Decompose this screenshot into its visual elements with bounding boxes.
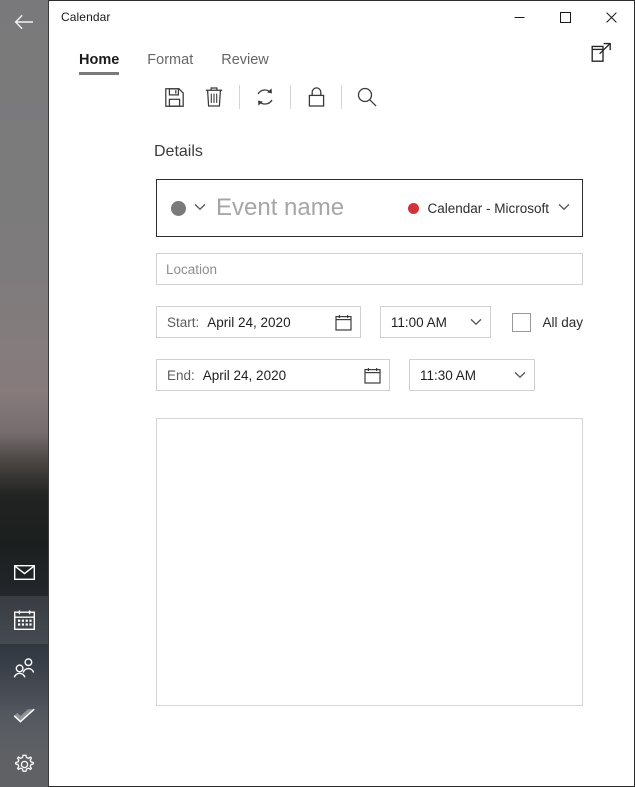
sidebar-item-people[interactable]	[0, 644, 48, 692]
people-icon	[13, 658, 34, 678]
start-row: Start: April 24, 2020 11:00 AM All day	[156, 306, 583, 338]
popout-button[interactable]	[584, 35, 618, 69]
minimize-icon	[514, 16, 524, 18]
save-button[interactable]	[157, 80, 191, 114]
all-day-toggle[interactable]: All day	[512, 312, 583, 332]
end-date-label: End:	[167, 367, 195, 383]
calendar-picker-icon	[335, 314, 352, 331]
sidebar-item-todo[interactable]	[0, 692, 48, 740]
start-time-value: 11:00 AM	[390, 314, 447, 330]
maximize-button[interactable]	[542, 1, 588, 33]
checkmark-icon	[13, 708, 35, 723]
tab-active-underline	[79, 72, 120, 75]
start-time-picker[interactable]: 11:00 AM	[379, 306, 492, 338]
sidebar-item-settings[interactable]	[0, 740, 48, 787]
command-bar	[49, 75, 634, 119]
delete-button[interactable]	[197, 80, 231, 114]
event-name-input[interactable]	[216, 194, 409, 222]
search-icon	[357, 87, 377, 107]
window-caption-buttons	[496, 1, 634, 33]
event-color-chevron-down-icon[interactable]	[194, 203, 206, 214]
tab-home[interactable]: Home	[65, 51, 133, 75]
command-separator	[341, 85, 342, 109]
close-icon	[605, 11, 617, 23]
maximize-icon	[559, 11, 571, 23]
calendar-selector[interactable]: Calendar - Microsoft	[408, 201, 570, 216]
calendar-selector-chevron	[558, 203, 570, 214]
end-date-value: April 24, 2020	[202, 367, 287, 383]
chevron-down-icon	[471, 318, 482, 326]
end-time-picker[interactable]: 11:30 AM	[409, 359, 535, 391]
command-separator	[239, 85, 240, 109]
chevron-down-icon	[514, 371, 526, 379]
start-date-label: Start:	[167, 314, 200, 330]
window-title: Calendar	[61, 10, 111, 24]
event-name-row: Calendar - Microsoft	[156, 179, 583, 237]
save-icon	[164, 87, 184, 107]
start-date-picker[interactable]: Start: April 24, 2020	[156, 306, 361, 338]
private-button[interactable]	[299, 80, 333, 114]
app-sidebar	[0, 0, 48, 787]
end-time-value: 11:30 AM	[420, 367, 477, 383]
ribbon-tabs: Home Format Review	[49, 33, 634, 75]
event-notes-textarea[interactable]	[156, 418, 583, 706]
trash-icon	[205, 87, 223, 107]
location-input[interactable]	[166, 261, 573, 277]
details-pane: Details Calendar - Microsoft	[49, 119, 634, 786]
sidebar-item-calendar[interactable]	[0, 596, 48, 644]
search-button[interactable]	[350, 80, 384, 114]
tab-review[interactable]: Review	[207, 51, 283, 76]
all-day-label: All day	[542, 314, 583, 330]
tab-format[interactable]: Format	[133, 51, 207, 76]
calendar-picker-icon	[364, 367, 381, 384]
sidebar-nav	[0, 548, 48, 787]
close-button[interactable]	[588, 1, 634, 33]
event-color-dot[interactable]	[171, 200, 186, 216]
end-date-picker[interactable]: End: April 24, 2020	[156, 359, 390, 391]
back-button[interactable]	[0, 0, 48, 44]
sidebar-item-mail[interactable]	[0, 548, 48, 596]
minimize-button[interactable]	[496, 1, 542, 33]
tab-review-label: Review	[221, 51, 269, 68]
calendar-window: Calendar Home Format Review Details Even…	[48, 0, 635, 787]
lock-icon	[308, 87, 324, 107]
page-title: Details	[154, 143, 203, 160]
repeat-icon	[257, 88, 273, 106]
tab-format-label: Format	[147, 51, 194, 68]
calendar-color-dot	[408, 202, 420, 214]
command-separator	[290, 85, 291, 109]
repeat-button[interactable]	[248, 80, 282, 114]
end-row: End: April 24, 2020 11:30 AM	[156, 359, 583, 391]
all-day-checkbox[interactable]	[512, 312, 532, 332]
popout-icon	[591, 42, 611, 62]
back-arrow-icon	[14, 14, 33, 30]
tab-home-label: Home	[79, 51, 120, 68]
chevron-down-icon	[194, 203, 206, 210]
gear-icon	[14, 754, 34, 772]
chevron-down-icon	[558, 203, 570, 210]
calendar-selector-label: Calendar - Microsoft	[427, 200, 549, 216]
app-root: Calendar Home Format Review Details Even…	[0, 0, 635, 787]
title-bar: Calendar	[49, 1, 634, 33]
start-date-value: April 24, 2020	[207, 314, 291, 330]
mail-icon	[13, 564, 35, 580]
location-field	[156, 253, 583, 285]
calendar-icon	[13, 610, 35, 630]
